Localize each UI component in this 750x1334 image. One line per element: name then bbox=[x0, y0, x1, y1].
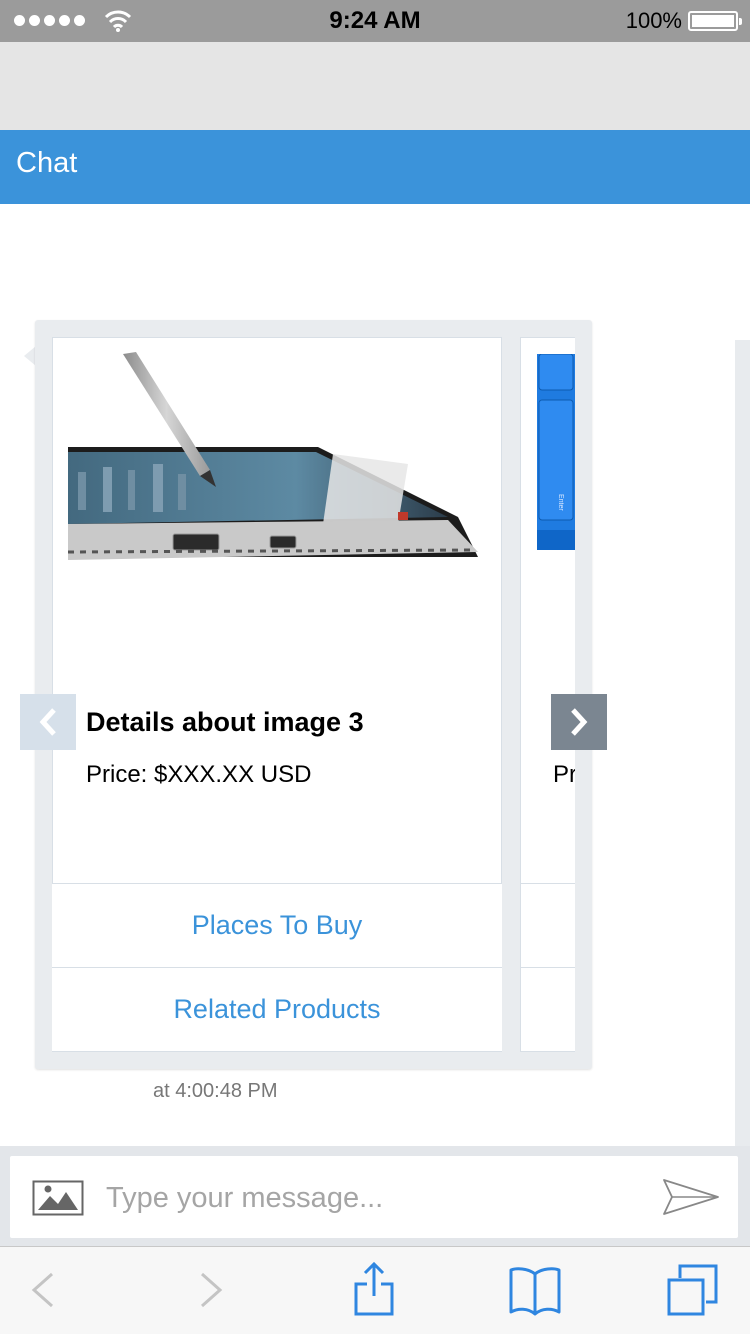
image-icon[interactable] bbox=[32, 1180, 84, 1216]
scroll-track bbox=[735, 340, 750, 1146]
carousel-next-button[interactable] bbox=[551, 694, 607, 750]
chevron-right-icon bbox=[571, 708, 588, 736]
forward-icon[interactable] bbox=[198, 1262, 224, 1318]
next-card-price: Pr bbox=[553, 761, 575, 788]
bookmarks-icon[interactable] bbox=[508, 1262, 562, 1318]
battery-icon bbox=[688, 11, 742, 31]
card-price: Price: $XXX.XX USD bbox=[86, 761, 312, 788]
blue-keyboard-image: Enter bbox=[537, 354, 575, 550]
browser-top-area bbox=[0, 42, 750, 130]
chat-header bbox=[0, 130, 750, 204]
related-products-button[interactable]: Related Products bbox=[52, 967, 502, 1051]
chat-title: Chat bbox=[16, 147, 78, 179]
chevron-left-icon bbox=[39, 708, 56, 736]
back-icon[interactable] bbox=[30, 1262, 56, 1318]
send-icon[interactable] bbox=[662, 1178, 720, 1216]
message-input[interactable] bbox=[106, 1170, 646, 1226]
svg-text:Enter: Enter bbox=[557, 494, 564, 511]
tabs-icon[interactable] bbox=[666, 1262, 720, 1318]
next-card-divider bbox=[520, 883, 575, 884]
card-title: Details about image 3 bbox=[86, 707, 364, 737]
tablet-with-stylus-image bbox=[68, 352, 478, 560]
carousel-prev-button[interactable] bbox=[20, 694, 76, 750]
next-card-divider bbox=[520, 967, 575, 968]
share-icon[interactable] bbox=[354, 1262, 394, 1318]
places-to-buy-button[interactable]: Places To Buy bbox=[52, 883, 502, 967]
battery-percent: 100% bbox=[625, 8, 682, 33]
message-timestamp: at 4:00:48 PM bbox=[153, 1080, 278, 1102]
